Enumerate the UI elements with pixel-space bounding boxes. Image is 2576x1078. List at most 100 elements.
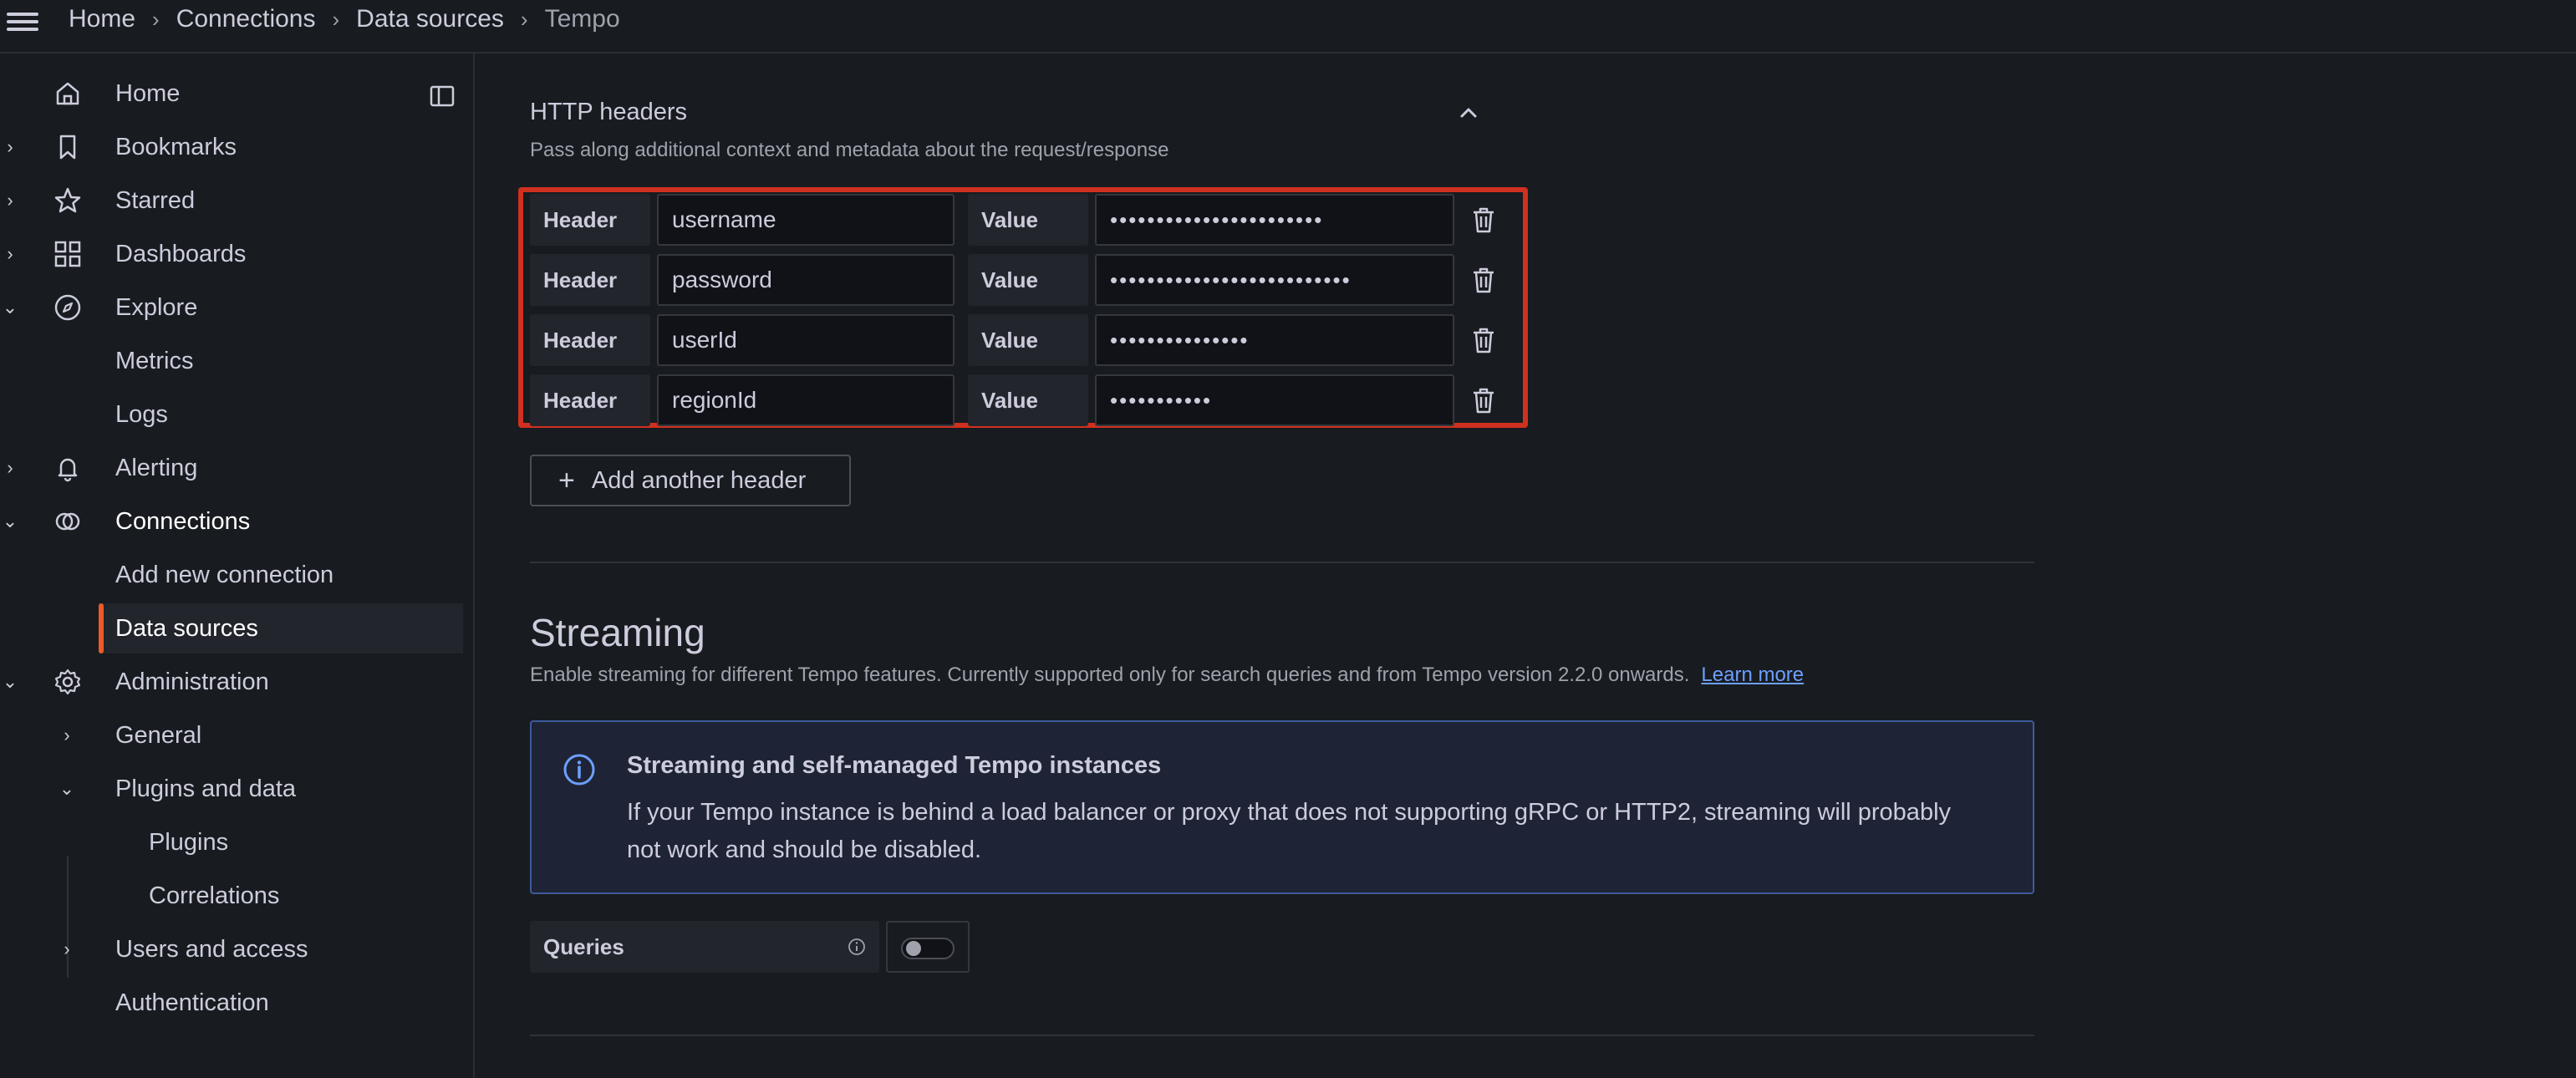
sidebar-item-label: Metrics xyxy=(115,347,194,374)
sidebar-item-data-sources[interactable]: Data sources xyxy=(99,603,463,653)
streaming-description-text: Enable streaming for different Tempo fea… xyxy=(530,664,1690,686)
star-icon xyxy=(54,187,81,213)
sidebar-item-label: Home xyxy=(115,79,181,107)
active-indicator xyxy=(99,603,104,653)
chevron-right-icon[interactable]: › xyxy=(2,243,18,265)
sidebar-item-plugins-and-data[interactable]: ⌄ Plugins and data xyxy=(0,764,463,814)
sidebar-item-dashboards[interactable]: › Dashboards xyxy=(0,229,463,279)
header-name-input[interactable]: userId xyxy=(657,314,955,366)
info-alert: Streaming and self-managed Tempo instanc… xyxy=(530,720,2034,894)
breadcrumb-data-sources[interactable]: Data sources xyxy=(356,5,504,33)
sidebar-item-label: Bookmarks xyxy=(115,133,237,160)
sidebar-item-label: Correlations xyxy=(149,882,280,909)
header-label: Header xyxy=(530,314,650,366)
sidebar-item-label: Logs xyxy=(115,400,168,428)
info-text: If your Tempo instance is behind a load … xyxy=(627,799,1952,863)
chevron-right-icon[interactable]: › xyxy=(2,457,18,479)
chevron-right-icon[interactable]: › xyxy=(2,190,18,211)
sidebar-item-bookmarks[interactable]: › Bookmarks xyxy=(0,122,463,172)
chevron-right-icon: › xyxy=(520,6,528,32)
divider xyxy=(530,1035,2034,1036)
add-header-label: Add another header xyxy=(591,466,807,494)
add-header-button[interactable]: + Add another header xyxy=(530,455,851,506)
http-headers-description: Pass along additional context and metada… xyxy=(530,139,1169,161)
queries-label: Queries xyxy=(530,921,879,973)
trash-icon[interactable] xyxy=(1469,205,1498,235)
home-icon xyxy=(56,82,79,105)
info-circle-icon xyxy=(563,754,595,786)
apps-icon xyxy=(54,241,81,267)
sidebar: Home › Bookmarks › Starred › Dashboards … xyxy=(0,53,475,1078)
header-value-input[interactable]: ••••••••••• xyxy=(1095,374,1454,426)
header-label: Header xyxy=(530,194,650,246)
chevron-down-icon[interactable]: ⌄ xyxy=(2,297,18,318)
top-bar: Home › Connections › Data sources › Temp… xyxy=(0,0,2576,53)
streaming-description: Enable streaming for different Tempo fea… xyxy=(530,664,1804,687)
sidebar-item-add-new-connection[interactable]: Add new connection xyxy=(0,550,463,600)
connections-icon xyxy=(55,512,80,531)
sidebar-item-label: Administration xyxy=(115,668,269,695)
hamburger-menu-icon[interactable] xyxy=(7,8,38,33)
toggle-knob xyxy=(906,941,921,956)
sidebar-item-label: Alerting xyxy=(115,454,198,481)
sidebar-item-explore[interactable]: ⌄ Explore xyxy=(0,282,463,333)
chevron-down-icon[interactable]: ⌄ xyxy=(2,511,18,532)
header-row: Header regionId Value ••••••••••• xyxy=(530,374,1516,426)
sidebar-item-label: Connections xyxy=(115,507,251,535)
header-value-input[interactable]: •••••••••••••••••••••••••• xyxy=(1095,254,1454,306)
sidebar-item-connections[interactable]: ⌄ Connections xyxy=(0,496,463,547)
chevron-right-icon[interactable]: › xyxy=(59,725,75,746)
sidebar-item-label: Dashboards xyxy=(115,240,247,267)
header-row: Header username Value ••••••••••••••••••… xyxy=(530,194,1516,246)
sidebar-item-authentication[interactable]: Authentication xyxy=(0,978,463,1028)
sidebar-item-label: Explore xyxy=(115,293,198,321)
sidebar-item-metrics[interactable]: Metrics xyxy=(0,336,463,386)
trash-icon[interactable] xyxy=(1469,265,1498,295)
compass-icon xyxy=(54,294,81,321)
chevron-right-icon: › xyxy=(152,6,160,32)
chevron-down-icon[interactable]: ⌄ xyxy=(59,778,75,800)
sidebar-item-starred[interactable]: › Starred xyxy=(0,175,463,226)
main-content: HTTP headers Pass along additional conte… xyxy=(475,53,2576,1078)
value-label: Value xyxy=(968,254,1088,306)
sidebar-item-label: Starred xyxy=(115,186,196,214)
sidebar-item-general[interactable]: › General xyxy=(0,710,463,760)
sidebar-item-label: Plugins and data xyxy=(115,775,297,802)
chevron-down-icon[interactable]: ⌄ xyxy=(2,671,18,693)
trash-icon[interactable] xyxy=(1469,385,1498,415)
sidebar-item-alerting[interactable]: › Alerting xyxy=(0,443,463,493)
trash-icon[interactable] xyxy=(1469,325,1498,355)
header-label: Header xyxy=(530,374,650,426)
plus-icon: + xyxy=(558,465,575,496)
sidebar-item-label: Add new connection xyxy=(115,561,334,588)
header-label: Header xyxy=(530,254,650,306)
header-value-input[interactable]: ••••••••••••••••••••••• xyxy=(1095,194,1454,246)
sidebar-item-label: Users and access xyxy=(115,935,308,963)
sidebar-item-home[interactable]: Home xyxy=(0,69,463,119)
breadcrumb-home[interactable]: Home xyxy=(69,5,135,33)
info-icon[interactable] xyxy=(848,938,866,956)
gear-icon xyxy=(54,669,81,695)
sidebar-item-label: Plugins xyxy=(149,828,229,856)
sidebar-item-plugins[interactable]: Plugins xyxy=(0,817,463,867)
chevron-right-icon[interactable]: › xyxy=(59,938,75,960)
sidebar-item-label: Data sources xyxy=(115,614,258,642)
chevron-up-icon[interactable] xyxy=(1458,102,1479,124)
header-row: Header password Value ••••••••••••••••••… xyxy=(530,254,1516,306)
header-name-input[interactable]: username xyxy=(657,194,955,246)
bookmark-icon xyxy=(59,135,76,160)
queries-toggle[interactable] xyxy=(901,938,955,959)
header-value-input[interactable]: ••••••••••••••• xyxy=(1095,314,1454,366)
header-name-input[interactable]: regionId xyxy=(657,374,955,426)
header-name-input[interactable]: password xyxy=(657,254,955,306)
sidebar-item-correlations[interactable]: Correlations xyxy=(0,871,463,921)
chevron-right-icon[interactable]: › xyxy=(2,136,18,158)
sidebar-item-administration[interactable]: ⌄ Administration xyxy=(0,657,463,707)
header-row: Header userId Value ••••••••••••••• xyxy=(530,314,1516,366)
learn-more-link[interactable]: Learn more xyxy=(1701,664,1804,686)
value-label: Value xyxy=(968,314,1088,366)
breadcrumb-connections[interactable]: Connections xyxy=(176,5,316,33)
sidebar-item-users-and-access[interactable]: › Users and access xyxy=(0,924,463,974)
sidebar-item-label: General xyxy=(115,721,202,749)
sidebar-item-logs[interactable]: Logs xyxy=(0,389,463,440)
